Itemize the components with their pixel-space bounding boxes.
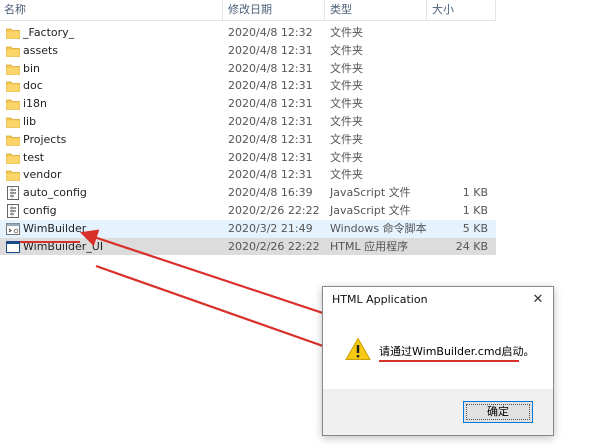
file-date: 2020/2/26 22:22: [228, 203, 320, 217]
folder-icon: [6, 168, 20, 182]
file-row[interactable]: assets 2020/4/8 12:31 文件夹: [0, 42, 496, 60]
file-name: Projects: [23, 132, 67, 146]
file-name: lib: [23, 114, 37, 128]
dialog-body: 请通过WimBuilder.cmd启动。: [323, 313, 553, 389]
column-header-bar: 名称 修改日期 类型 大小: [0, 0, 496, 21]
script-file-icon: [6, 186, 20, 201]
annotation-arrow: [95, 264, 343, 356]
annotation-underline: [379, 360, 519, 362]
file-row[interactable]: auto_config 2020/4/8 16:39 JavaScript 文件…: [0, 184, 496, 202]
file-date: 2020/4/8 12:32: [228, 26, 313, 39]
file-date: 2020/4/8 12:31: [228, 132, 313, 146]
file-name: i18n: [23, 97, 48, 111]
file-row[interactable]: WimBuilder 2020/3/2 21:49 Windows 命令脚本 5…: [0, 219, 496, 238]
file-name: assets: [23, 43, 59, 57]
file-row[interactable]: i18n 2020/4/8 12:31 文件夹: [0, 95, 496, 113]
file-type: 文件夹: [330, 43, 363, 57]
annotation-underline: [20, 241, 80, 243]
file-size: 24 KB: [455, 239, 488, 253]
file-row[interactable]: config 2020/2/26 22:22 JavaScript 文件 1 K…: [0, 202, 496, 220]
file-type: 文件夹: [330, 61, 363, 75]
file-type: Windows 命令脚本: [330, 221, 427, 235]
file-row[interactable]: Projects 2020/4/8 12:31 文件夹: [0, 131, 496, 149]
file-date: 2020/4/8 12:31: [228, 168, 313, 182]
file-name: bin: [23, 61, 41, 75]
file-size: 1 KB: [462, 203, 488, 217]
file-date: 2020/4/8 12:31: [228, 79, 313, 93]
file-name: doc: [23, 79, 43, 93]
script-file-icon: [6, 204, 20, 218]
file-type: JavaScript 文件: [330, 186, 411, 200]
file-row[interactable]: lib 2020/4/8 12:31 文件夹: [0, 113, 496, 131]
folder-icon: [6, 62, 20, 76]
warning-icon: [345, 337, 371, 361]
file-date: 2020/4/8 12:31: [228, 61, 313, 75]
column-header-date[interactable]: 修改日期: [224, 0, 324, 20]
column-header-name[interactable]: 名称: [0, 0, 222, 20]
file-type: 文件夹: [330, 168, 363, 182]
file-date: 2020/4/8 12:31: [228, 97, 313, 111]
file-row[interactable]: _Factory_ 2020/4/8 12:32 文件夹: [0, 24, 496, 42]
cmd-file-icon: [6, 222, 20, 236]
message-dialog: HTML Application ✕ 请通过WimBuilder.cmd启动。 …: [322, 286, 554, 436]
file-type: 文件夹: [330, 114, 363, 128]
file-name: _Factory_: [23, 26, 75, 39]
folder-icon: [6, 79, 20, 93]
file-date: 2020/4/8 12:31: [228, 150, 313, 164]
file-date: 2020/4/8 12:31: [228, 114, 313, 128]
file-type: 文件夹: [330, 26, 363, 39]
dialog-footer: 确定: [323, 389, 553, 435]
folder-icon: [6, 97, 20, 111]
file-list: _Factory_ 2020/4/8 12:32 文件夹 assets 2020…: [0, 24, 496, 256]
column-header-size[interactable]: 大小: [428, 0, 496, 20]
file-name: config: [23, 203, 57, 217]
column-divider[interactable]: [222, 0, 223, 20]
folder-icon: [6, 26, 20, 40]
file-type: 文件夹: [330, 132, 363, 146]
file-row[interactable]: doc 2020/4/8 12:31 文件夹: [0, 77, 496, 95]
dialog-titlebar[interactable]: HTML Application ✕: [323, 287, 553, 313]
folder-icon: [6, 151, 20, 165]
file-type: 文件夹: [330, 150, 363, 164]
file-date: 2020/4/8 16:39: [228, 186, 313, 200]
file-name: WimBuilder: [23, 221, 87, 235]
column-header-type[interactable]: 类型: [326, 0, 426, 20]
file-row[interactable]: test 2020/4/8 12:31 文件夹: [0, 149, 496, 167]
file-row[interactable]: vendor 2020/4/8 12:31 文件夹: [0, 166, 496, 184]
focus-outline: [466, 404, 530, 420]
folder-icon: [6, 115, 20, 129]
close-icon[interactable]: ✕: [529, 291, 547, 309]
column-divider[interactable]: [426, 0, 427, 20]
file-name: auto_config: [23, 186, 87, 200]
file-name: test: [23, 150, 45, 164]
column-divider[interactable]: [324, 0, 325, 20]
file-type: 文件夹: [330, 79, 363, 93]
file-size: 5 KB: [462, 221, 488, 235]
file-name: vendor: [23, 168, 62, 182]
ok-button[interactable]: 确定: [463, 401, 533, 423]
dialog-message: 请通过WimBuilder.cmd启动。: [379, 345, 535, 358]
folder-icon: [6, 133, 20, 147]
dialog-title: HTML Application: [332, 293, 428, 306]
file-date: 2020/3/2 21:49: [228, 221, 313, 235]
file-date: 2020/2/26 22:22: [228, 239, 320, 253]
file-type: 文件夹: [330, 97, 363, 111]
hta-file-icon: [6, 240, 20, 254]
file-type: HTML 应用程序: [330, 239, 409, 253]
file-type: JavaScript 文件: [330, 203, 411, 217]
file-date: 2020/4/8 12:31: [228, 43, 313, 57]
file-row[interactable]: bin 2020/4/8 12:31 文件夹: [0, 60, 496, 78]
folder-icon: [6, 44, 20, 58]
file-size: 1 KB: [462, 186, 488, 200]
column-divider[interactable]: [495, 0, 496, 20]
